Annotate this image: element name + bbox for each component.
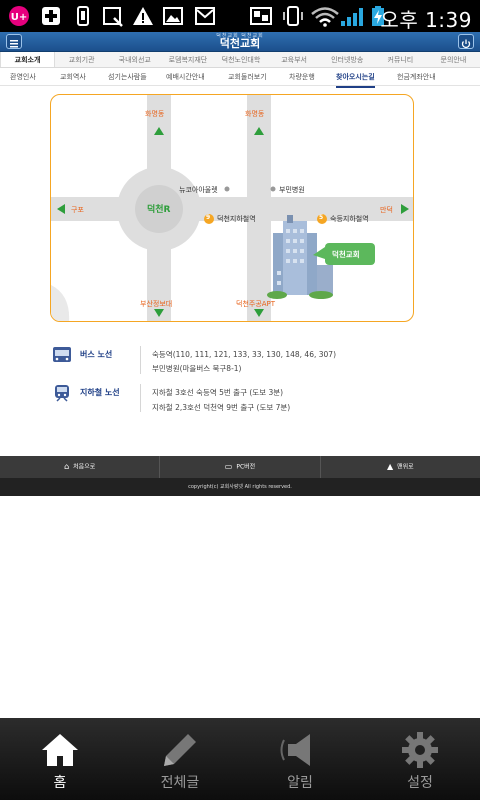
label-church: 덕천교회	[332, 250, 360, 259]
label-east: 만덕	[380, 206, 393, 214]
speaker-icon	[280, 734, 310, 766]
subway-icon	[55, 385, 69, 402]
signal-icon	[341, 8, 363, 26]
subway-line-1: 지하철 3호선 숙등역 5번 출구 (도보 3분)	[152, 388, 284, 397]
label-station-a: 덕천지하철역	[217, 215, 256, 223]
home-link[interactable]: ⌂ 처음으로	[0, 456, 161, 478]
status-bar: U+ 오후 1:39	[0, 0, 480, 32]
bottom-nav: 홈 전체글 알림 설정	[0, 718, 480, 800]
submenu-directions[interactable]: 찾아오시는길	[336, 68, 375, 88]
nav-home[interactable]: 홈	[0, 718, 120, 800]
pc-version-label: PC버전	[236, 463, 256, 471]
home-icon	[42, 734, 78, 766]
home-link-label: 처음으로	[73, 463, 96, 471]
power-button[interactable]	[458, 34, 474, 49]
label-hospital: 부민병원	[279, 186, 305, 194]
label-south-left: 부산정보대	[140, 300, 173, 308]
uplus-icon: U+	[9, 6, 29, 26]
menu-welfare-foundation[interactable]: 로뎀복지재단	[161, 52, 214, 67]
bus-divider	[140, 346, 141, 374]
bus-line-1: 숙등역(110, 111, 121, 133, 33, 130, 148, 46…	[152, 350, 336, 359]
power-icon	[461, 39, 471, 49]
bus-line-2: 부민병원(마을버스 북구8-1)	[152, 364, 242, 373]
subway-title: 지하철 노선	[80, 388, 120, 397]
bus-info: 버스 노선 숙등역(110, 111, 121, 133, 33, 130, 1…	[52, 346, 432, 378]
menu-internet-broadcast[interactable]: 인터넷방송	[321, 52, 374, 67]
label-north-right: 화명동	[245, 110, 265, 118]
submenu-offering-account[interactable]: 헌금계좌안내	[397, 68, 436, 86]
usb-icon	[77, 6, 89, 26]
nav-notifications-label: 알림	[287, 775, 313, 791]
label-station-b: 숙등지하철역	[330, 215, 369, 223]
svg-text:U+: U+	[11, 12, 28, 23]
top-link-label: 맨위로	[397, 463, 414, 471]
nav-home-label: 홈	[53, 775, 67, 791]
medical-cross-icon	[42, 7, 60, 25]
menu-missions[interactable]: 국내외선교	[108, 52, 161, 67]
submenu-service-times[interactable]: 예배시간안내	[166, 68, 205, 86]
label-south-right: 덕천주공APT	[236, 300, 276, 308]
subway-line-2: 지하철 2,3호선 덕천역 9번 출구 (도보 7분)	[152, 403, 291, 412]
screen-mirror-icon	[250, 7, 272, 25]
copyright: copyright(c) 교회사랑넷 All rights reserved.	[0, 478, 480, 496]
map-roads	[51, 95, 413, 321]
menu-church-intro[interactable]: 교회소개	[0, 52, 56, 67]
page-title: 덕천교회	[219, 37, 261, 50]
menu-senior-college[interactable]: 덕천노인대학	[214, 52, 267, 67]
bus-icon	[53, 347, 71, 362]
status-time: 오후 1:39	[380, 8, 472, 32]
monitor-icon: ▭	[224, 462, 233, 471]
menu-church-organizations[interactable]: 교회기관	[55, 52, 108, 67]
gear-icon	[402, 732, 438, 768]
label-north-left: 화명동	[145, 110, 165, 118]
footer-links: ⌂ 처음으로 ▭ PC버전 ▲ 맨위로	[0, 456, 480, 478]
secondary-menu: 환영인사 교회역사 섬기는사람들 예배시간안내 교회둘러보기 차량운행 찾아오시…	[0, 68, 480, 88]
nav-settings-label: 설정	[407, 775, 433, 791]
station-a-number: 9	[206, 214, 211, 221]
message-icon	[195, 7, 215, 25]
pc-version-link[interactable]: ▭ PC버전	[160, 456, 321, 478]
label-outlet: 뉴코아아울렛	[179, 186, 218, 194]
submenu-church-tour[interactable]: 교회둘러보기	[228, 68, 267, 86]
bus-title: 버스 노선	[80, 350, 113, 359]
subway-info: 지하철 노선 지하철 3호선 숙등역 5번 출구 (도보 3분) 지하철 2,3…	[52, 384, 432, 416]
wifi-icon	[311, 7, 339, 27]
vibrate-icon	[283, 6, 303, 26]
house-small-icon: ⌂	[64, 462, 70, 471]
warning-icon	[133, 7, 153, 25]
directions-map: 화명동 화명동 구포 만덕 덕천R 뉴코아아울렛 부민병원 9 덕천지하철역 5…	[50, 94, 414, 322]
gallery-icon	[163, 7, 183, 25]
menu-community[interactable]: 커뮤니티	[374, 52, 427, 67]
submenu-welcome[interactable]: 환영인사	[10, 68, 36, 86]
label-roundabout: 덕천R	[147, 205, 171, 215]
submenu-history[interactable]: 교회역사	[60, 68, 86, 86]
nav-settings[interactable]: 설정	[360, 718, 480, 800]
submenu-staff[interactable]: 섬기는사람들	[108, 68, 147, 86]
station-b-number: 5	[319, 214, 324, 221]
pencil-icon	[164, 734, 196, 766]
top-link[interactable]: ▲ 맨위로	[321, 456, 480, 478]
nav-notifications[interactable]: 알림	[240, 718, 360, 800]
menu-education[interactable]: 교육부서	[268, 52, 321, 67]
subway-divider	[140, 384, 141, 412]
nav-all-posts-label: 전체글	[160, 775, 200, 791]
menu-inquiry[interactable]: 문의안내	[427, 52, 480, 67]
primary-menu: 교회소개 교회기관 국내외선교 로뎀복지재단 덕천노인대학 교육부서 인터넷방송…	[0, 52, 480, 68]
app-screen: U+ 오후 1:39 덕천교회 덕천교회 덕천교회 교회소개 교회기관 국내외선…	[0, 0, 480, 800]
search-box-icon	[103, 7, 123, 27]
nav-all-posts[interactable]: 전체글	[120, 718, 240, 800]
label-west: 구포	[71, 206, 84, 214]
submenu-shuttle[interactable]: 차량운행	[289, 68, 315, 86]
arrow-up-icon: ▲	[386, 462, 394, 471]
title-bar: 덕천교회 덕천교회 덕천교회	[0, 32, 480, 52]
